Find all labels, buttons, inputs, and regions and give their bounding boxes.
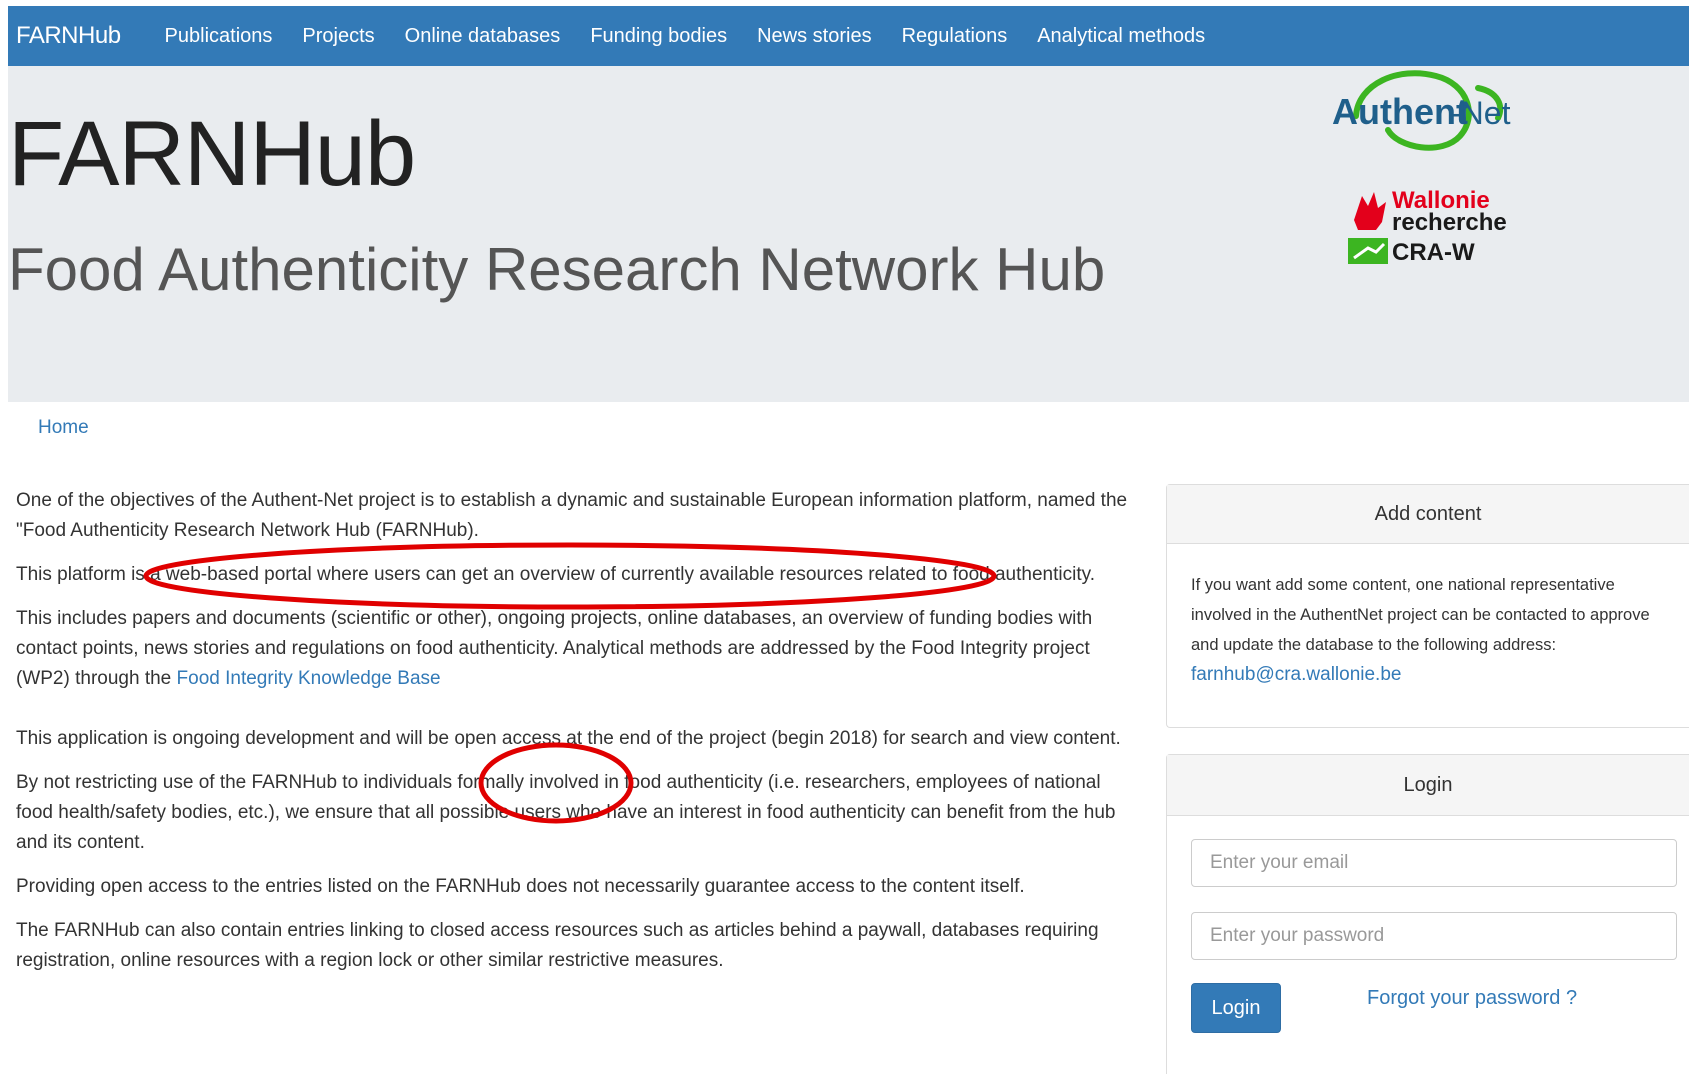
contact-email-link[interactable]: farnhub@cra.wallonie.be (1191, 664, 1401, 685)
page-title: FARNHub (8, 103, 416, 205)
login-button[interactable]: Login (1191, 983, 1281, 1033)
nav-item-online-databases[interactable]: Online databases (405, 25, 561, 48)
recherche-logo-text: recherche (1392, 209, 1507, 236)
nav-item-funding-bodies[interactable]: Funding bodies (590, 25, 727, 48)
intro-paragraph-3: This includes papers and documents (scie… (16, 604, 1136, 694)
wallonie-recherche-logo: Wallonie recherche CRA-W (1348, 187, 1507, 266)
nav-item-projects[interactable]: Projects (302, 25, 374, 48)
login-panel: Login Login Forgot your password ? (1166, 754, 1689, 1074)
authent-logo-suffix: -Net (1450, 95, 1511, 131)
navbar-brand[interactable]: FARNHub (16, 22, 121, 50)
nav-item-regulations[interactable]: Regulations (902, 25, 1008, 48)
breadcrumb: Home (38, 417, 89, 439)
authent-logo-text: Authent (1332, 91, 1468, 132)
cra-w-logo-text: CRA-W (1392, 239, 1475, 266)
password-input[interactable] (1191, 912, 1677, 960)
authent-net-logo: Authent -Net (1332, 70, 1511, 151)
email-input[interactable] (1191, 839, 1677, 887)
intro-paragraph-1: One of the objectives of the Authent-Net… (16, 490, 1128, 541)
add-content-text: If you want add some content, one nation… (1191, 576, 1650, 654)
rooster-icon (1354, 192, 1386, 230)
intro-paragraph-5: By not restricting use of the FARNHub to… (16, 772, 1116, 853)
nav-item-publications[interactable]: Publications (165, 25, 273, 48)
intro-content: One of the objectives of the Authent-Net… (16, 486, 1136, 990)
login-heading: Login (1167, 755, 1689, 816)
add-content-body: If you want add some content, one nation… (1167, 544, 1689, 690)
cra-w-badge-icon (1348, 238, 1388, 264)
breadcrumb-home-link[interactable]: Home (38, 417, 89, 438)
page-subtitle: Food Authenticity Research Network Hub (8, 236, 1106, 303)
add-content-panel: Add content If you want add some content… (1166, 484, 1689, 728)
add-content-heading: Add content (1167, 485, 1689, 544)
forgot-password-link[interactable]: Forgot your password ? (1367, 987, 1577, 1010)
top-navbar: FARNHub Publications Projects Online dat… (8, 6, 1689, 66)
food-integrity-knowledge-base-link[interactable]: Food Integrity Knowledge Base (177, 668, 441, 689)
intro-paragraph-4: This application is ongoing development … (16, 728, 1121, 749)
intro-paragraph-7: The FARNHub can also contain entries lin… (16, 920, 1099, 971)
nav-item-news-stories[interactable]: News stories (757, 25, 871, 48)
nav-item-analytical-methods[interactable]: Analytical methods (1037, 25, 1205, 48)
intro-paragraph-2: This platform is a web-based portal wher… (16, 564, 1095, 585)
intro-paragraph-6: Providing open access to the entries lis… (16, 876, 1025, 897)
